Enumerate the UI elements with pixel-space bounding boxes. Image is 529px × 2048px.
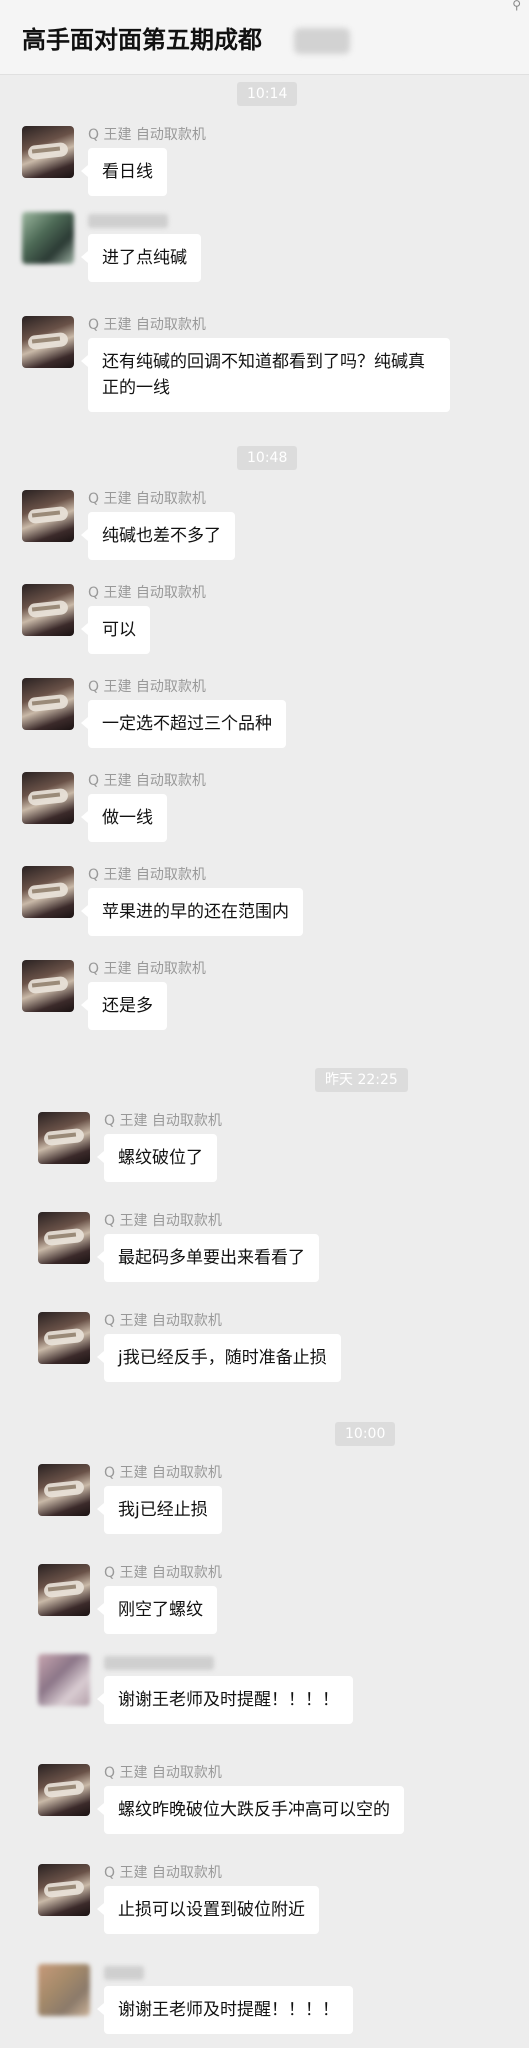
blurred-sender-name — [104, 1656, 214, 1670]
sender-name: Q 王建 自动取款机 — [104, 1213, 222, 1229]
avatar[interactable] — [22, 678, 74, 730]
avatar[interactable] — [22, 960, 74, 1012]
sender-name: Q 王建 自动取款机 — [104, 1865, 222, 1881]
message-bubble[interactable]: 可以 — [81, 606, 150, 654]
avatar[interactable] — [38, 1564, 90, 1616]
avatar[interactable] — [22, 584, 74, 636]
message-bubble[interactable]: 还是多 — [81, 982, 167, 1030]
sender-name: Q 王建 自动取款机 — [104, 1313, 222, 1329]
blurred-sender-name — [88, 214, 168, 228]
pin-icon[interactable]: ⚲ — [512, 0, 521, 12]
message-bubble[interactable]: 苹果进的早的还在范围内 — [81, 888, 303, 936]
avatar[interactable] — [38, 1112, 90, 1164]
sender-name: Q 王建 自动取款机 — [88, 679, 206, 695]
message-bubble[interactable]: 谢谢王老师及时提醒！！！！ — [97, 1986, 353, 2034]
sender-name: Q 王建 自动取款机 — [88, 491, 206, 507]
message-bubble[interactable]: 一定选不超过三个品种 — [81, 700, 286, 748]
avatar[interactable] — [38, 1864, 90, 1916]
avatar[interactable] — [22, 772, 74, 824]
sender-name: Q 王建 自动取款机 — [88, 585, 206, 601]
sender-name: Q 王建 自动取款机 — [104, 1765, 222, 1781]
avatar[interactable] — [22, 316, 74, 368]
message-bubble[interactable]: 我j已经止损 — [97, 1486, 222, 1534]
timestamp: 10:48 — [237, 446, 298, 470]
avatar[interactable] — [22, 212, 74, 264]
chat-title: 高手面对面第五期成都 — [22, 26, 262, 54]
message-bubble[interactable]: 螺纹破位了 — [97, 1134, 217, 1182]
avatar[interactable] — [38, 1464, 90, 1516]
avatar[interactable] — [38, 1312, 90, 1364]
blurred-title-suffix — [294, 28, 350, 54]
sender-name: Q 王建 自动取款机 — [88, 317, 206, 333]
sender-name: Q 王建 自动取款机 — [88, 867, 206, 883]
message-bubble[interactable]: 螺纹昨晚破位大跌反手冲高可以空的 — [97, 1786, 404, 1834]
message-bubble[interactable]: 纯碱也差不多了 — [81, 512, 235, 560]
sender-name: Q 王建 自动取款机 — [88, 961, 206, 977]
timestamp: 10:14 — [237, 82, 298, 106]
avatar[interactable] — [22, 126, 74, 178]
avatar[interactable] — [38, 1764, 90, 1816]
message-bubble[interactable]: 做一线 — [81, 794, 167, 842]
avatar[interactable] — [38, 1654, 90, 1706]
avatar[interactable] — [22, 490, 74, 542]
message-bubble[interactable]: 谢谢王老师及时提醒！！！！ — [97, 1676, 353, 1724]
message-bubble[interactable]: 止损可以设置到破位附近 — [97, 1886, 319, 1934]
timestamp: 10:00 — [335, 1422, 396, 1446]
sender-name: Q 王建 自动取款机 — [104, 1465, 222, 1481]
message-bubble[interactable]: 最起码多单要出来看看了 — [97, 1234, 319, 1282]
message-bubble[interactable]: 刚空了螺纹 — [97, 1586, 217, 1634]
sender-name: Q 王建 自动取款机 — [88, 127, 206, 143]
chat-header: 高手面对面第五期成都 ⚲ — [0, 0, 529, 75]
blurred-sender-name — [104, 1966, 144, 1980]
sender-name: Q 王建 自动取款机 — [104, 1565, 222, 1581]
message-bubble[interactable]: 看日线 — [81, 148, 167, 196]
avatar[interactable] — [22, 866, 74, 918]
message-bubble[interactable]: j我已经反手，随时准备止损 — [97, 1334, 341, 1382]
avatar[interactable] — [38, 1212, 90, 1264]
sender-name: Q 王建 自动取款机 — [104, 1113, 222, 1129]
avatar[interactable] — [38, 1964, 90, 2016]
message-bubble[interactable]: 还有纯碱的回调不知道都看到了吗？纯碱真正的一线 — [81, 338, 450, 412]
sender-name: Q 王建 自动取款机 — [88, 773, 206, 789]
message-bubble[interactable]: 进了点纯碱 — [81, 234, 201, 282]
timestamp: 昨天 22:25 — [315, 1068, 408, 1092]
